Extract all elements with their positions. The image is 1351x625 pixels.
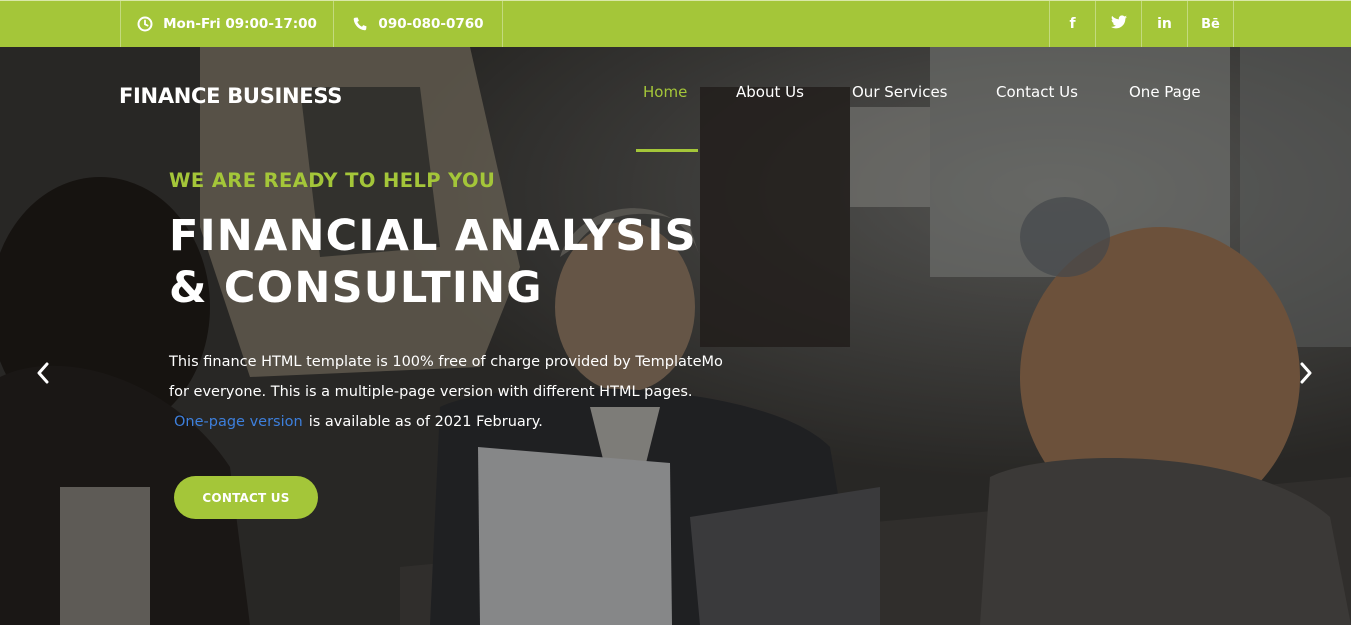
twitter-icon [1110,15,1127,33]
site-logo[interactable]: FINANCE BUSINESS [119,84,342,108]
hero-eyebrow: WE ARE READY TO HELP YOU [169,169,496,192]
description-line-1: This finance HTML template is 100% free … [169,354,723,370]
phone-icon [352,16,368,32]
twitter-link[interactable] [1095,1,1141,47]
chevron-right-icon [1300,362,1312,384]
description-line-3: is available as of 2021 February. [308,414,543,430]
nav-one-page[interactable]: One Page [1129,83,1201,101]
phone-text: 090-080-0760 [378,16,484,32]
linkedin-link[interactable]: in [1141,1,1187,47]
headline-line-1: FINANCIAL ANALYSIS [169,211,697,261]
contact-us-button[interactable]: CONTACT US [174,476,318,519]
nav-our-services[interactable]: Our Services [852,83,948,101]
nav-about-us[interactable]: About Us [736,83,804,101]
hours-text: Mon-Fri 09:00-17:00 [163,16,317,32]
nav-home[interactable]: Home [643,83,687,101]
hero-slider: FINANCE BUSINESS Home About Us Our Servi… [0,47,1351,625]
facebook-icon: f [1069,16,1076,32]
nav-contact-us[interactable]: Contact Us [996,83,1078,101]
hero-description: This finance HTML template is 100% free … [169,347,769,437]
top-info-bar: Mon-Fri 09:00-17:00 090-080-0760 f in Bē [0,0,1351,47]
linkedin-icon: in [1157,16,1172,32]
hero-headline: FINANCIAL ANALYSIS & CONSULTING [169,210,789,314]
slider-prev-button[interactable] [33,360,53,386]
business-hours: Mon-Fri 09:00-17:00 [120,1,333,47]
behance-link[interactable]: Bē [1187,1,1234,47]
description-line-2: for everyone. This is a multiple-page ve… [169,384,693,400]
nav-active-indicator [636,149,698,152]
headline-line-2: & CONSULTING [169,263,543,313]
one-page-version-link[interactable]: One-page version [174,414,303,430]
facebook-link[interactable]: f [1049,1,1095,47]
hero-overlay [0,47,1351,625]
behance-icon: Bē [1201,16,1220,32]
clock-icon [137,16,153,32]
chevron-left-icon [37,362,49,384]
phone-number[interactable]: 090-080-0760 [333,1,503,47]
slider-next-button[interactable] [1296,360,1316,386]
